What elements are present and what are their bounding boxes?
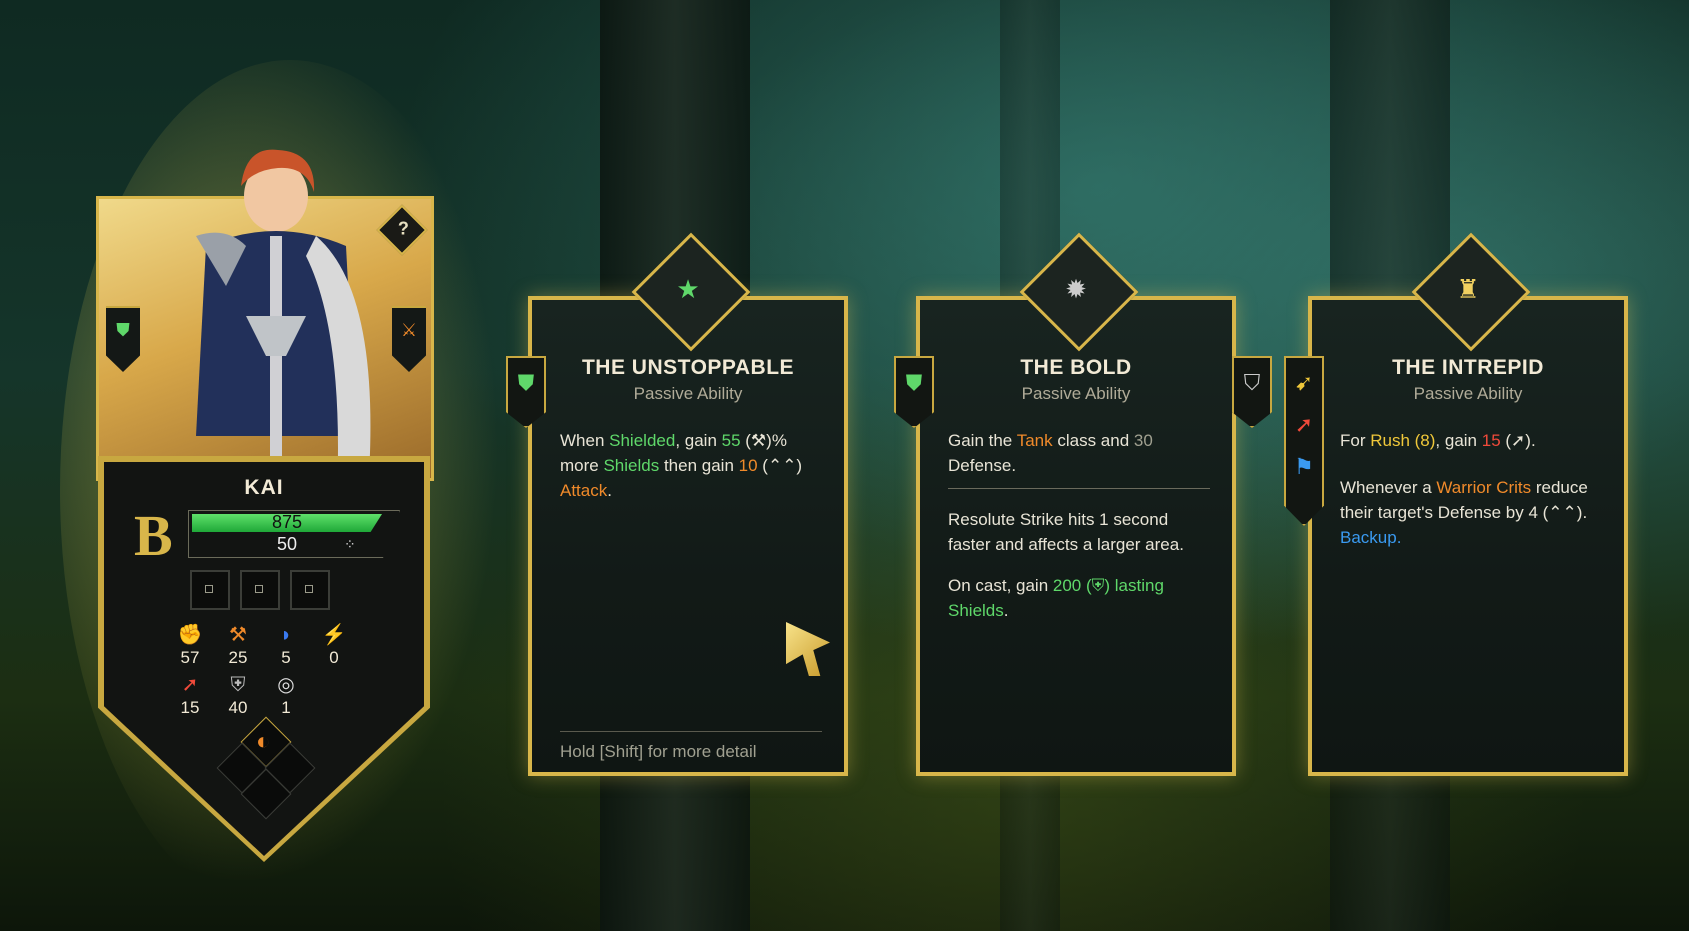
- axe-icon: ⚔: [400, 320, 418, 340]
- ability-slots: ◐: [216, 716, 316, 820]
- item-slots: [190, 570, 330, 610]
- stat-defense: ⛨ 40: [214, 674, 262, 718]
- ability-subtitle: Passive Ability: [1021, 384, 1131, 403]
- rush-icon: ➚: [1294, 412, 1314, 437]
- dash-icon: ➹: [1294, 370, 1314, 395]
- armor-icon: ⛨: [230, 674, 246, 696]
- character-name: KAI: [244, 476, 284, 499]
- stats-panel: KAI B 875 50 ⁘ ✊ 57 ⚒ 25 ◗ 5 ⚡ 0 ➚ 15 ⛨ 40 ◎ 1 …: [104, 462, 424, 856]
- stat-power: ⚒ 25: [214, 624, 262, 668]
- ability-title: THE BOLD: [1020, 356, 1132, 379]
- ability-description: Gain the Tank class and 30 Defense. Reso…: [948, 428, 1210, 639]
- trait-flag: ➹ ➚ ⚑: [1284, 356, 1324, 526]
- stat-range: ◎ 1: [262, 674, 310, 718]
- backup-link[interactable]: Backup.: [1340, 528, 1401, 547]
- character-card[interactable]: ? ⛊ ⚔ KAI B 875 50 ⁘ ✊ 57 ⚒ 25 ◗ 5 ⚡ 0 ➚ 15 ⛨…: [96, 149, 434, 862]
- hammer-icon: ⚒: [229, 624, 247, 646]
- crab-icon: ✹: [1065, 273, 1087, 304]
- ability-subtitle: Passive Ability: [1413, 384, 1523, 403]
- ability-title: THE INTREPID: [1392, 356, 1544, 379]
- slash-icon: ◐: [256, 728, 271, 755]
- item-slot[interactable]: [290, 570, 330, 610]
- stat-crit: ⚡ 0: [310, 624, 358, 668]
- tower-icon: ♜: [1456, 273, 1480, 304]
- fist-icon: ✊: [177, 624, 203, 646]
- shield-icon: ⛊: [517, 370, 535, 395]
- rush-icon: ➚: [181, 674, 199, 696]
- item-slot[interactable]: [240, 570, 280, 610]
- tank-flag: ⛉: [1232, 356, 1272, 428]
- ability-title: THE UNSTOPPABLE: [581, 356, 795, 379]
- stat-speed: ◗ 5: [262, 624, 310, 668]
- stat-grid: ✊ 57 ⚒ 25 ◗ 5 ⚡ 0 ➚ 15 ⛨ 40 ◎ 1: [166, 624, 366, 718]
- sword-speed-icon: ⚡: [321, 624, 347, 646]
- item-slot[interactable]: [190, 570, 230, 610]
- stat-rush: ➚ 15: [166, 674, 214, 718]
- stat-attack: ✊ 57: [166, 624, 214, 668]
- ability-card-bold[interactable]: ✹ THE BOLD Passive Ability Gain the Tank…: [916, 232, 1236, 776]
- ability-description: For Rush (8), gain 15 (➚). Whenever a Wa…: [1340, 431, 1588, 547]
- shield-icon: ⛊: [116, 320, 130, 340]
- hp-value: 875: [271, 512, 303, 532]
- blue-wing-icon: ◗: [279, 624, 293, 646]
- ability-subtitle: Passive Ability: [633, 384, 743, 403]
- mana-icon: ⁘: [344, 536, 356, 552]
- more-detail-hint: Hold [Shift] for more detail: [560, 731, 822, 762]
- divider: [948, 488, 1210, 489]
- ability-card-intrepid[interactable]: ♜ THE INTREPID Passive Ability For Rush …: [1308, 232, 1628, 776]
- shield-icon: ⛊: [905, 370, 923, 395]
- target-icon: ◎: [277, 674, 295, 696]
- blue-flag-icon: ⚑: [1294, 454, 1314, 479]
- ability-description: When Shielded, gain 55 (⚒)% more Shields…: [560, 431, 803, 500]
- ability-card-unstoppable[interactable]: ★ THE UNSTOPPABLE Passive Ability When S…: [528, 232, 848, 776]
- grade-letter: B: [134, 503, 173, 568]
- tank-helmet-icon: ⛉: [1243, 370, 1261, 395]
- star-banner-icon: ★: [676, 273, 700, 304]
